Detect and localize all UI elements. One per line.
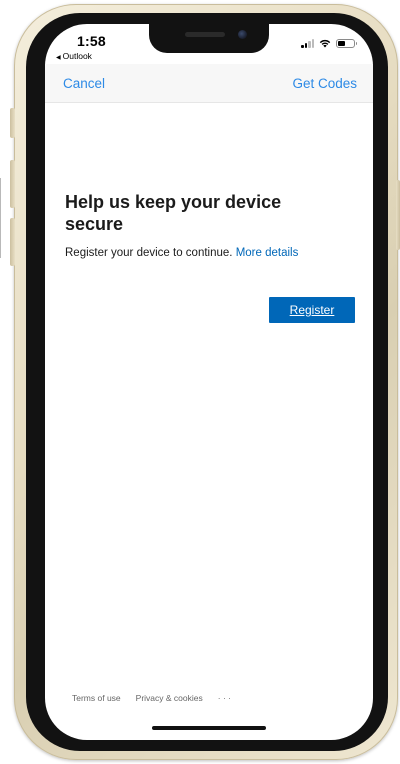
navigation-bar: Cancel Get Codes (45, 64, 373, 103)
silent-switch (10, 108, 15, 138)
more-details-link[interactable]: More details (236, 247, 299, 259)
wifi-icon (319, 39, 331, 48)
page-title: Help us keep your device secure (65, 192, 282, 234)
battery-level (338, 40, 345, 46)
terms-of-use-link[interactable]: Terms of use (72, 693, 121, 703)
page: 1:58 ◀ Outlook Cancel Get Codes Help us … (0, 0, 400, 764)
battery-cap (355, 41, 357, 45)
signal-icon (301, 38, 314, 48)
get-codes-button[interactable]: Get Codes (292, 76, 357, 91)
page-edge-mark (0, 178, 1, 258)
front-camera (238, 30, 247, 39)
phone-screen: 1:58 ◀ Outlook Cancel Get Codes Help us … (45, 24, 373, 740)
status-time: 1:58 (77, 33, 106, 49)
more-options-button[interactable]: · · · (218, 693, 231, 703)
back-to-app-link[interactable]: ◀ Outlook (56, 51, 92, 61)
volume-up-button (10, 160, 15, 208)
privacy-cookies-link[interactable]: Privacy & cookies (136, 693, 203, 703)
description-text: Register your device to continue. (65, 247, 233, 259)
footer: Terms of use Privacy & cookies · · · (72, 693, 231, 703)
earpiece-speaker (185, 32, 225, 37)
back-arrow-icon: ◀ (56, 55, 61, 61)
page-description: Register your device to continue. More d… (65, 247, 298, 259)
back-app-label: Outlook (62, 51, 92, 61)
status-icons (301, 38, 357, 48)
volume-down-button (10, 218, 15, 266)
battery-icon (336, 38, 357, 48)
power-button (396, 180, 400, 250)
register-button[interactable]: Register (269, 297, 355, 323)
cancel-button[interactable]: Cancel (63, 76, 105, 91)
notch (149, 24, 269, 53)
home-indicator[interactable] (152, 726, 266, 730)
